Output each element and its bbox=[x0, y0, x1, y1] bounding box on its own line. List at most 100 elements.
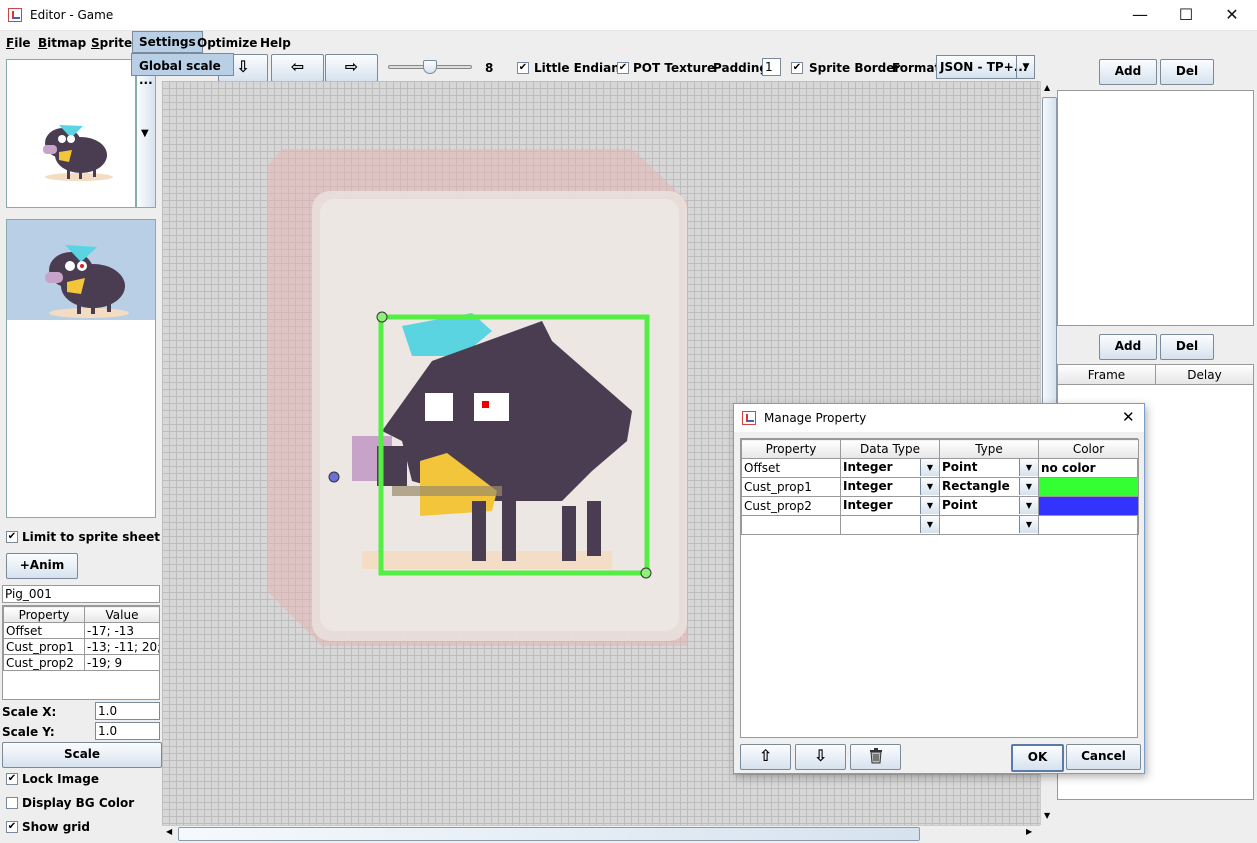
table-row[interactable]: Cust_prop1 Integer ▼ Rectangle ▼ bbox=[741, 477, 1139, 497]
scale-x-input[interactable]: 1.0 bbox=[95, 702, 160, 720]
horizontal-scroll-thumb[interactable] bbox=[178, 827, 920, 841]
menu-sprite[interactable]: Sprite bbox=[85, 33, 138, 53]
chevron-down-icon: ▼ bbox=[1019, 478, 1038, 495]
minimize-button[interactable]: — bbox=[1117, 0, 1163, 31]
sprite-sheet-preview[interactable] bbox=[6, 59, 136, 208]
pig-sprite-image bbox=[45, 245, 129, 318]
sprite-border-label: Sprite Border bbox=[809, 61, 901, 75]
data-type-select[interactable]: Integer ▼ bbox=[842, 478, 939, 496]
sprite-list[interactable] bbox=[6, 219, 156, 518]
color-column-header: Color bbox=[1038, 439, 1139, 459]
padding-input[interactable]: 1 bbox=[762, 58, 781, 76]
limit-sprite-sheet-checkbox[interactable]: ✔ bbox=[6, 531, 18, 543]
zoom-slider[interactable] bbox=[388, 60, 472, 74]
scroll-left-icon[interactable]: ◀ bbox=[166, 827, 172, 836]
ok-button[interactable]: OK bbox=[1011, 744, 1064, 772]
table-row[interactable]: Offset -17; -13 bbox=[3, 622, 160, 639]
menu-sprite-label: prite bbox=[99, 36, 133, 50]
table-row[interactable]: Cust_prop2 Integer ▼ Point ▼ bbox=[741, 496, 1139, 516]
property-column-header: Property bbox=[741, 439, 841, 459]
menu-bitmap[interactable]: Bitmap bbox=[32, 33, 92, 53]
chevron-down-icon: ▼ bbox=[920, 459, 939, 476]
color-swatch-cell[interactable] bbox=[1038, 496, 1139, 516]
color-swatch-cell[interactable] bbox=[1038, 477, 1139, 497]
menu-optimize[interactable]: Optimize bbox=[191, 33, 263, 53]
display-bg-color-checkbox[interactable] bbox=[6, 797, 18, 809]
color-cell[interactable]: no color bbox=[1038, 458, 1139, 478]
zoom-slider-knob[interactable] bbox=[423, 60, 437, 74]
scroll-right-icon[interactable]: ▶ bbox=[1026, 827, 1032, 836]
delete-property-button[interactable] bbox=[850, 744, 901, 770]
arrow-left-button[interactable]: ⇦ bbox=[271, 54, 324, 82]
arrow-up-icon: ⇧ bbox=[758, 746, 773, 765]
table-row[interactable]: Offset Integer ▼ Point ▼ no color bbox=[741, 458, 1139, 478]
add-animation-button[interactable]: Add bbox=[1099, 59, 1157, 85]
add-frame-button[interactable]: Add bbox=[1099, 334, 1157, 360]
list-item[interactable] bbox=[7, 220, 155, 320]
toolbar: ⇩ ⇦ ⇨ 8 ✔ Little Endian ✔ POT Texture Pa… bbox=[162, 53, 1040, 82]
scale-x-label: Scale X: bbox=[2, 705, 57, 719]
format-select[interactable]: JSON - TP+... ▼ bbox=[936, 55, 1035, 79]
lock-image-checkbox[interactable]: ✔ bbox=[6, 773, 18, 785]
sprite-border-checkbox[interactable]: ✔ bbox=[791, 62, 803, 74]
move-up-button[interactable]: ⇧ bbox=[740, 744, 791, 770]
horizontal-scrollbar[interactable]: ◀ ▶ bbox=[162, 825, 1040, 841]
scale-button[interactable]: Scale bbox=[2, 742, 162, 768]
property-name-cell[interactable] bbox=[741, 515, 841, 535]
property-name-cell[interactable]: Cust_prop2 bbox=[741, 496, 841, 516]
property-name-cell[interactable]: Cust_prop1 bbox=[741, 477, 841, 497]
delete-animation-button[interactable]: Del bbox=[1160, 59, 1214, 85]
table-row[interactable]: Cust_prop2 -19; 9 bbox=[3, 654, 160, 671]
chevron-down-icon: ▼ bbox=[920, 497, 939, 514]
little-endian-label: Little Endian bbox=[534, 61, 620, 75]
sprite-property-table: Property Value Offset -17; -13 Cust_prop1-… bbox=[2, 605, 160, 700]
scroll-up-icon[interactable]: ▲ bbox=[1044, 83, 1050, 92]
little-endian-checkbox[interactable]: ✔ bbox=[517, 62, 529, 74]
table-row[interactable]: ▼ ▼ bbox=[741, 515, 1139, 535]
data-type-select[interactable]: Integer ▼ bbox=[842, 497, 939, 515]
cancel-button[interactable]: Cancel bbox=[1066, 744, 1141, 770]
settings-dropdown-menu: Global scale ... bbox=[131, 53, 234, 87]
type-select[interactable]: Rectangle ▼ bbox=[941, 478, 1038, 496]
arrow-right-button[interactable]: ⇨ bbox=[325, 54, 378, 82]
menu-help[interactable]: Help bbox=[254, 33, 297, 53]
data-type-select[interactable]: ▼ bbox=[842, 516, 939, 534]
close-button[interactable]: ✕ bbox=[1209, 0, 1255, 31]
animation-list[interactable] bbox=[1057, 90, 1254, 326]
delete-frame-button[interactable]: Del bbox=[1160, 334, 1214, 360]
arrow-left-icon: ⇦ bbox=[290, 57, 305, 76]
data-type-column-header: Data Type bbox=[840, 439, 940, 459]
move-down-button[interactable]: ⇩ bbox=[795, 744, 846, 770]
maximize-button[interactable]: ☐ bbox=[1163, 0, 1209, 31]
menu-bitmap-label: itmap bbox=[47, 36, 87, 50]
scale-y-input[interactable]: 1.0 bbox=[95, 722, 160, 740]
pig-thumbnail-image bbox=[43, 125, 113, 181]
data-type-select[interactable]: Integer ▼ bbox=[842, 459, 939, 477]
scroll-down-icon[interactable]: ▼ bbox=[1044, 811, 1050, 820]
java-icon bbox=[742, 411, 756, 425]
property-cell: Cust_prop2 bbox=[3, 654, 85, 671]
value-cell[interactable]: -17; -13 bbox=[84, 622, 160, 639]
type-select[interactable]: ▼ bbox=[941, 516, 1038, 534]
pot-texture-checkbox[interactable]: ✔ bbox=[617, 62, 629, 74]
type-select[interactable]: Point ▼ bbox=[941, 459, 1038, 477]
type-select[interactable]: Point ▼ bbox=[941, 497, 1038, 515]
dialog-close-icon[interactable]: ✕ bbox=[1122, 408, 1135, 426]
display-bg-color-label: Display BG Color bbox=[22, 796, 135, 810]
type-value: Rectangle bbox=[942, 479, 1010, 493]
add-anim-button[interactable]: +Anim bbox=[6, 553, 78, 579]
type-value: Point bbox=[942, 498, 978, 512]
menu-bitmap-mnemonic: B bbox=[38, 36, 48, 50]
chevron-down-icon: ▼ bbox=[1019, 497, 1038, 514]
table-row[interactable]: Cust_prop1-13; -11; 20;... bbox=[3, 638, 160, 655]
chevron-down-icon: ▼ bbox=[1019, 459, 1038, 476]
value-cell[interactable]: -19; 9 bbox=[84, 654, 160, 671]
value-cell[interactable]: -13; -11; 20;... bbox=[84, 638, 160, 655]
property-name-cell[interactable]: Offset bbox=[741, 458, 841, 478]
sprite-name-field[interactable]: Pig_001 bbox=[2, 585, 160, 603]
color-cell[interactable] bbox=[1038, 515, 1139, 535]
show-grid-checkbox[interactable]: ✔ bbox=[6, 821, 18, 833]
menu-bar: File Bitmap Sprite Settings Optimize Hel… bbox=[0, 31, 1257, 53]
type-column-header: Type bbox=[939, 439, 1039, 459]
dialog-title-bar: Manage Property ✕ bbox=[734, 404, 1144, 432]
